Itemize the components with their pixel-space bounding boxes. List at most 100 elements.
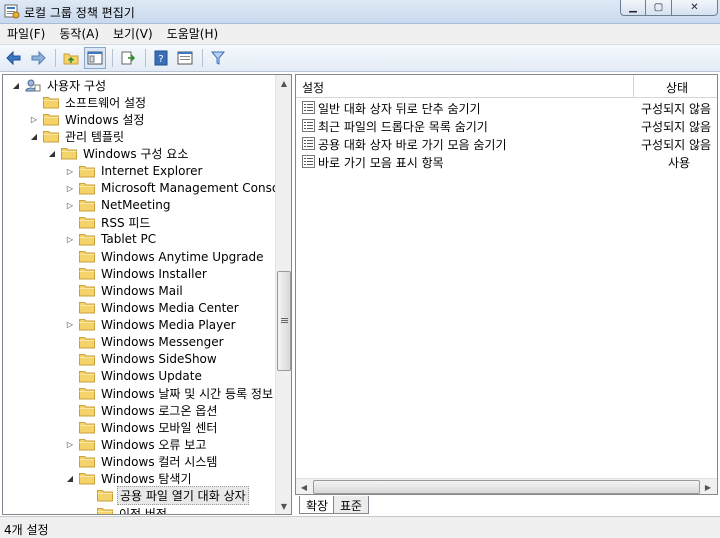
grip-line xyxy=(281,320,288,321)
scroll-up-arrow-icon[interactable]: ▲ xyxy=(276,75,291,91)
menu-action[interactable]: 동작(A) xyxy=(52,24,106,44)
tree-item[interactable]: Windows 날짜 및 시간 등록 정보 xyxy=(65,385,275,402)
tree-item[interactable]: RSS 피드 xyxy=(65,214,152,231)
expanded-arrow-icon[interactable]: ◢ xyxy=(29,132,39,142)
show-hide-tree-icon xyxy=(87,51,103,65)
no-expander xyxy=(65,423,75,433)
tree-item[interactable]: ◢ Windows 탐색기 xyxy=(65,470,194,487)
column-state[interactable]: 상태 xyxy=(666,79,688,96)
tab-standard[interactable]: 표준 xyxy=(333,496,370,514)
tree-item[interactable]: Windows 모바일 센터 xyxy=(65,419,219,436)
tree-item[interactable]: ▷ Internet Explorer xyxy=(65,163,204,180)
tree-item[interactable]: ▷ Tablet PC xyxy=(65,231,158,248)
scroll-right-arrow-icon[interactable]: ▶ xyxy=(700,479,716,494)
maximize-button[interactable]: ▢ xyxy=(646,0,672,16)
toolbar-separator xyxy=(112,49,113,67)
tree-item[interactable]: ▷ NetMeeting xyxy=(65,197,172,214)
collapsed-arrow-icon[interactable]: ▷ xyxy=(29,115,39,125)
menu-bar: 파일(F) 동작(A) 보기(V) 도움말(H) xyxy=(0,24,720,44)
tree-item[interactable]: Windows Messenger xyxy=(65,334,226,351)
no-expander xyxy=(65,371,75,381)
scroll-left-arrow-icon[interactable]: ◀ xyxy=(296,479,312,494)
collapsed-arrow-icon[interactable]: ▷ xyxy=(65,200,75,210)
filter-button[interactable] xyxy=(207,47,229,69)
back-button[interactable] xyxy=(3,47,25,69)
collapsed-arrow-icon[interactable]: ▷ xyxy=(65,440,75,450)
properties-button[interactable] xyxy=(174,47,196,69)
back-icon xyxy=(6,50,21,66)
tree-item-label: Windows 탐색기 xyxy=(101,472,192,487)
collapsed-arrow-icon[interactable]: ▷ xyxy=(65,183,75,193)
export-list-button[interactable] xyxy=(117,47,139,69)
list-item[interactable]: 일반 대화 상자 뒤로 단추 숨기기 구성되지 않음 xyxy=(296,99,717,117)
close-button[interactable]: ✕ xyxy=(672,0,718,16)
menu-view[interactable]: 보기(V) xyxy=(106,24,160,44)
tree-item[interactable]: Windows 로그온 옵션 xyxy=(65,402,219,419)
tree-item[interactable]: Windows Anytime Upgrade xyxy=(65,248,266,265)
menu-file[interactable]: 파일(F) xyxy=(0,24,52,44)
column-divider[interactable] xyxy=(633,75,634,97)
collapsed-arrow-icon[interactable]: ▷ xyxy=(65,320,75,330)
folder-icon xyxy=(79,473,95,485)
tree-item[interactable]: ▷ Windows Media Player xyxy=(65,316,238,333)
menu-help[interactable]: 도움말(H) xyxy=(160,24,226,44)
tab-extended[interactable]: 확장 xyxy=(299,496,336,514)
tree-vertical-scrollbar[interactable]: ▲ ▼ xyxy=(275,75,291,514)
expanded-arrow-icon[interactable]: ◢ xyxy=(11,81,21,91)
setting-state: 구성되지 않음 xyxy=(641,138,712,152)
column-setting[interactable]: 설정 xyxy=(302,79,324,96)
tree-item[interactable]: 소프트웨어 설정 xyxy=(29,94,148,111)
tree-item[interactable]: ▷ Windows 오류 보고 xyxy=(65,436,208,453)
no-expander xyxy=(65,354,75,364)
tree-item[interactable]: 공용 파일 열기 대화 상자 xyxy=(83,486,249,506)
tree-item[interactable]: ◢ 관리 템플릿 xyxy=(29,128,126,145)
settings-pane: 설정 상태 일반 대화 상자 뒤로 단추 숨기기 구성되지 않음 최근 파일의 드롭… xyxy=(295,74,718,495)
show-hide-tree-button[interactable] xyxy=(84,47,106,69)
tree-item[interactable]: ▷ Windows 설정 xyxy=(29,111,146,128)
list-item[interactable]: 바로 가기 모음 표시 항목 사용 xyxy=(296,153,717,171)
scroll-thumb[interactable] xyxy=(277,271,291,371)
tree-item[interactable]: Windows Mail xyxy=(65,282,185,299)
status-text: 4개 설정 xyxy=(4,523,49,537)
forward-icon xyxy=(31,50,46,66)
scroll-thumb[interactable] xyxy=(313,480,700,494)
tree-item[interactable]: ◢ 사용자 구성 xyxy=(11,77,108,94)
tree-item-label: 소프트웨어 설정 xyxy=(65,96,147,111)
tree-item-label: Windows Mail xyxy=(101,283,183,298)
expanded-arrow-icon[interactable]: ◢ xyxy=(47,149,57,159)
folder-icon xyxy=(79,387,95,400)
properties-icon xyxy=(177,51,193,65)
tree-item-label: 사용자 구성 xyxy=(47,79,107,93)
scroll-down-arrow-icon[interactable]: ▼ xyxy=(276,498,291,514)
no-expander xyxy=(65,405,75,415)
minimize-button[interactable]: ▁ xyxy=(620,0,646,16)
tree-item[interactable]: Windows 컬러 시스템 xyxy=(65,453,219,470)
tree-item[interactable]: 이전 버전 xyxy=(83,505,169,514)
expanded-arrow-icon[interactable]: ◢ xyxy=(65,474,75,484)
tree-item-label: Windows 컬러 시스템 xyxy=(101,455,218,470)
tree-item[interactable]: Windows Update xyxy=(65,368,204,385)
list-item[interactable]: 공용 대화 상자 바로 가기 모음 숨기기 구성되지 않음 xyxy=(296,135,717,153)
collapsed-arrow-icon[interactable]: ▷ xyxy=(65,166,75,176)
tree-item-label: Tablet PC xyxy=(101,232,157,247)
up-folder-button[interactable] xyxy=(60,47,82,69)
no-expander xyxy=(65,286,75,296)
tree-pane[interactable]: ◢ 사용자 구성 소프트웨어 설정 ▷ Windows 설정 ◢ 관리 템플릿 ◢ Window… xyxy=(2,74,292,515)
folder-icon xyxy=(79,285,95,297)
forward-button[interactable] xyxy=(27,47,49,69)
list-item[interactable]: 최근 파일의 드롭다운 목록 숨기기 구성되지 않음 xyxy=(296,117,717,135)
collapsed-arrow-icon[interactable]: ▷ xyxy=(65,234,75,244)
filter-icon xyxy=(210,51,226,65)
tree-item[interactable]: Windows Media Center xyxy=(65,299,241,316)
tree-item[interactable]: ◢ Windows 구성 요소 xyxy=(47,145,190,162)
tree-item-label: RSS 피드 xyxy=(101,215,151,230)
list-horizontal-scrollbar[interactable]: ◀ ▶ xyxy=(296,478,717,494)
setting-name: 최근 파일의 드롭다운 목록 숨기기 xyxy=(318,120,488,134)
tree-item[interactable]: ▷ Microsoft Management Console xyxy=(65,180,291,197)
tree-item-label: NetMeeting xyxy=(101,198,171,213)
tree-item-label: Windows Anytime Upgrade xyxy=(101,249,264,264)
help-button[interactable]: ? xyxy=(150,47,172,69)
tree-item[interactable]: Windows Installer xyxy=(65,265,209,282)
tree-item-label: 공용 파일 열기 대화 상자 xyxy=(117,486,249,506)
tree-item[interactable]: Windows SideShow xyxy=(65,351,219,368)
